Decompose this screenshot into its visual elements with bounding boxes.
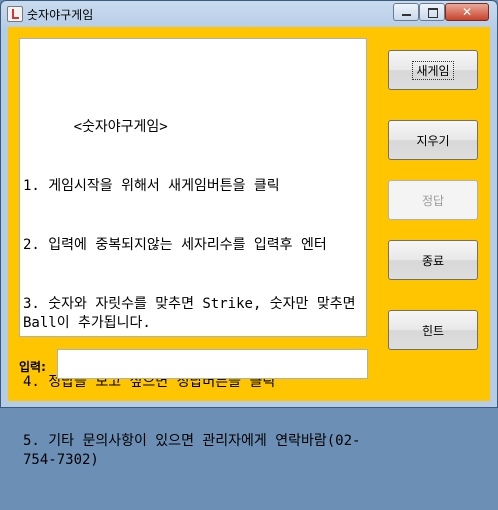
minimize-button[interactable] — [393, 3, 419, 21]
instruction-line: 1. 게임시작을 위해서 새게임버튼을 클릭 — [23, 177, 280, 194]
new-game-button[interactable]: 새게임 — [388, 50, 478, 90]
instruction-line: 2. 입력에 중복되지않는 세자리수를 입력후 엔터 — [23, 236, 327, 253]
clear-button[interactable]: 지우기 — [388, 120, 478, 160]
new-game-button-label: 새게임 — [412, 60, 454, 80]
exit-button[interactable]: 종료 — [388, 240, 478, 280]
maximize-button[interactable] — [419, 3, 445, 21]
input-label: 입력: — [19, 360, 46, 374]
number-input[interactable] — [57, 349, 368, 379]
instruction-line: <숫자야구게임> — [23, 119, 168, 136]
java-cup-icon — [7, 6, 23, 22]
instruction-line: 3. 숫자와 자릿수를 맞추면 Strike, 숫자만 맞추면 Ball이 추가… — [23, 295, 364, 332]
app-window: 숫자야구게임 <숫자야구게임> 1. 게임시작을 위해서 새게임버튼을 클릭 2… — [0, 0, 498, 468]
window-title: 숫자야구게임 — [27, 8, 94, 22]
instructions-textarea[interactable]: <숫자야구게임> 1. 게임시작을 위해서 새게임버튼을 클릭 2. 입력에 중… — [19, 38, 367, 468]
answer-button-label: 정답 — [421, 193, 445, 208]
title-bar[interactable]: 숫자야구게임 — [1, 1, 497, 27]
hint-button[interactable]: 힌트 — [388, 310, 478, 350]
hint-button-label: 힌트 — [421, 323, 445, 338]
exit-button-label: 종료 — [421, 253, 445, 268]
clear-button-label: 지우기 — [416, 133, 450, 148]
instruction-line: 5. 기타 문의사항이 있으면 관리자에게 연락바람(02-754-7302) — [23, 432, 361, 469]
answer-button[interactable]: 정답 — [388, 180, 478, 220]
close-button[interactable] — [445, 3, 489, 21]
game-panel: <숫자야구게임> 1. 게임시작을 위해서 새게임버튼을 클릭 2. 입력에 중… — [8, 27, 490, 468]
